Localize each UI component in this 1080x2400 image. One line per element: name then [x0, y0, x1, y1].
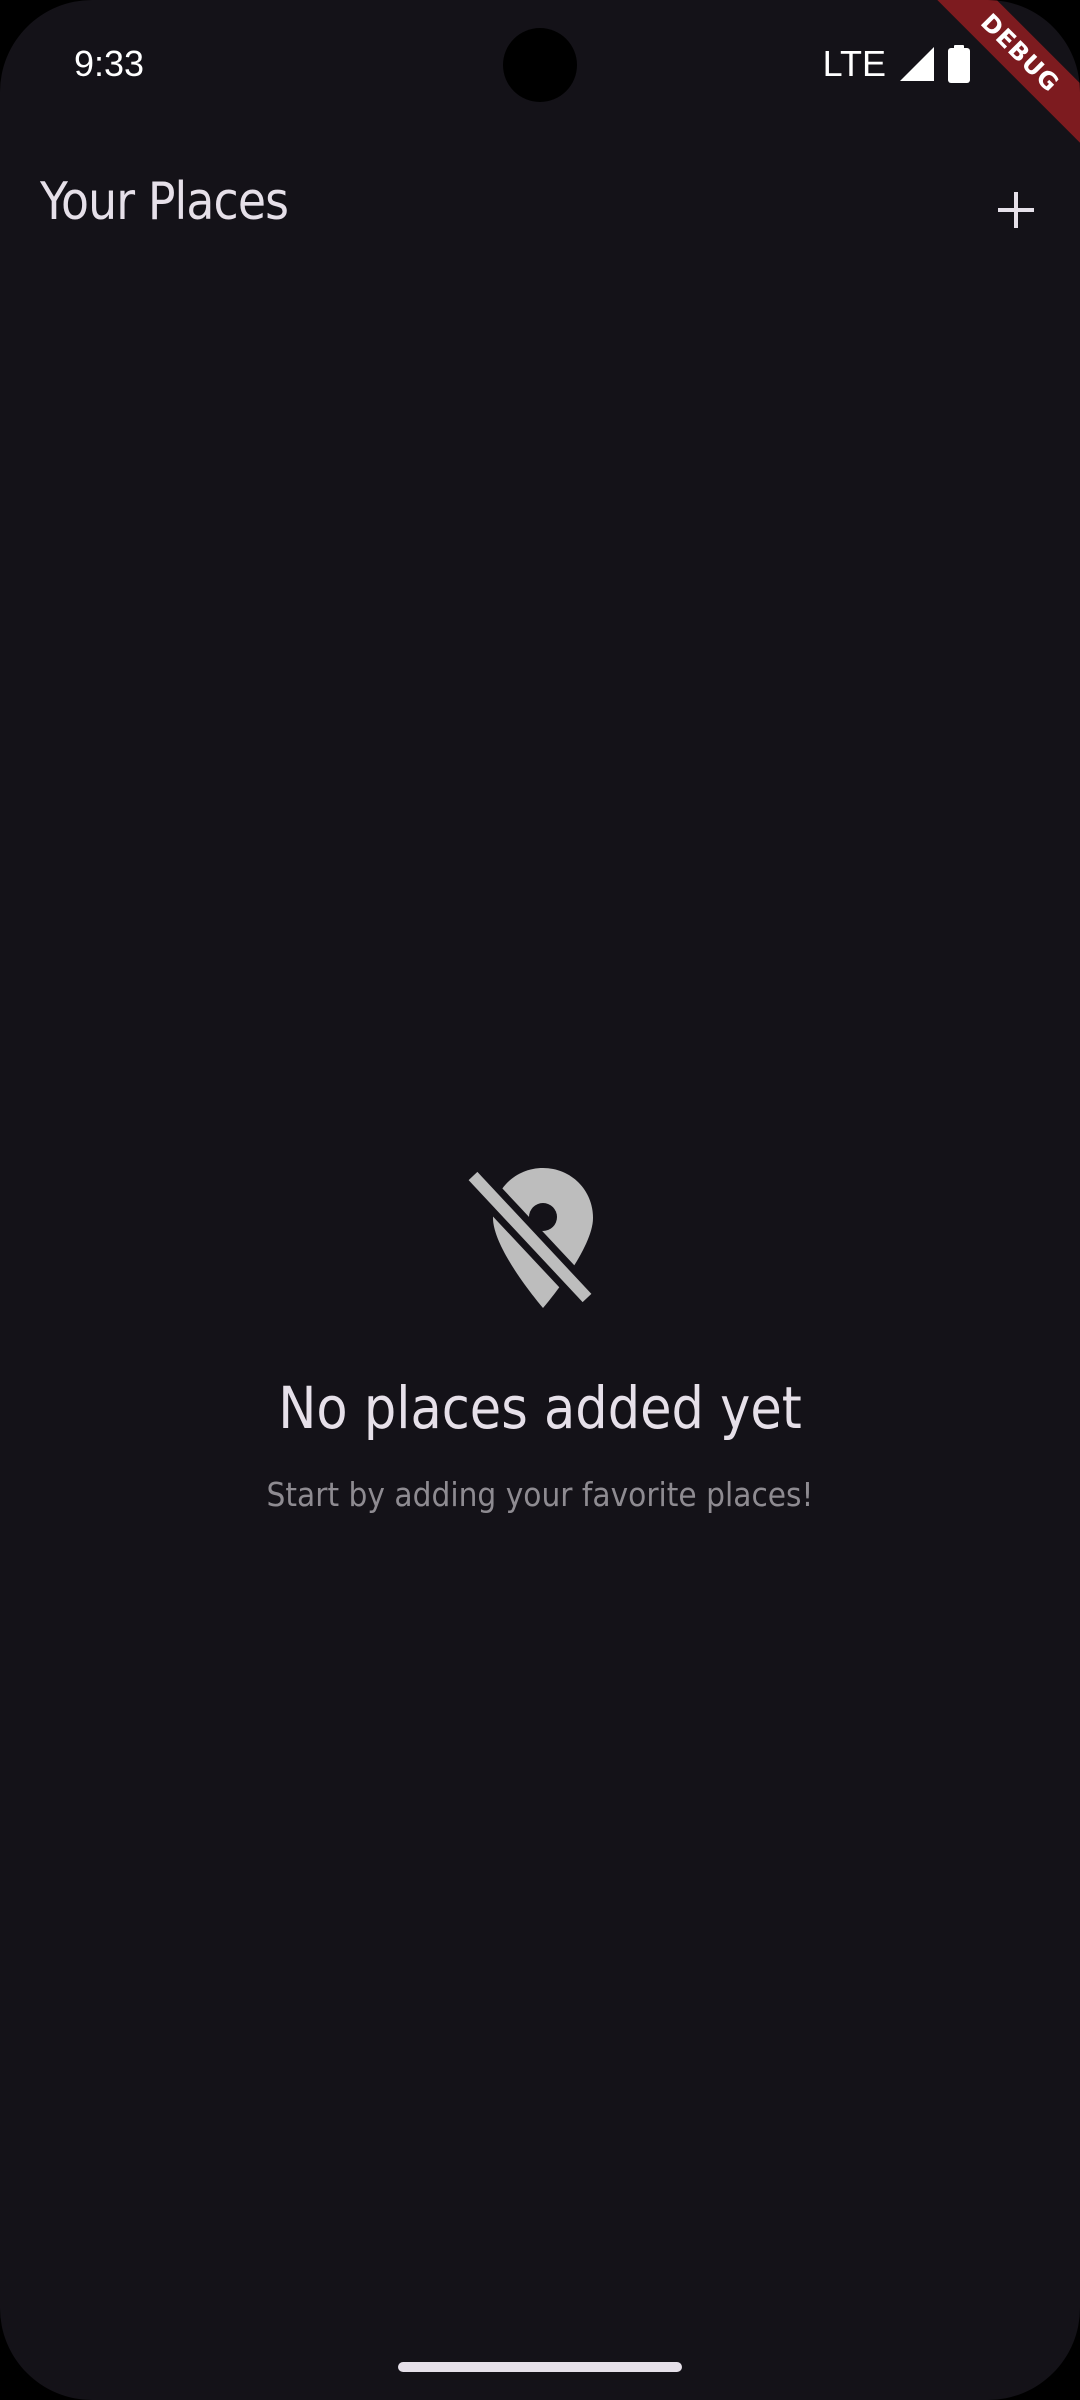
- signal-full-icon: [900, 47, 934, 81]
- gesture-navigation-bar[interactable]: [398, 2362, 682, 2372]
- app-bar: Your Places: [0, 160, 1080, 250]
- add-place-button[interactable]: [976, 170, 1056, 250]
- status-icons: LTE: [823, 42, 970, 86]
- status-time: 9:33: [74, 43, 145, 84]
- app-screen: 9:33 LTE DEBUG Your Places No places add…: [0, 0, 1080, 2400]
- page-title: Your Places: [40, 172, 289, 232]
- empty-state-subtitle: Start by adding your favorite places!: [266, 1475, 814, 1514]
- location-off-icon: [463, 1160, 603, 1320]
- battery-full-icon: [948, 45, 970, 83]
- plus-icon: [998, 192, 1034, 228]
- camera-cutout: [503, 28, 577, 102]
- network-type: LTE: [822, 43, 886, 84]
- empty-state-title: No places added yet: [278, 1374, 802, 1442]
